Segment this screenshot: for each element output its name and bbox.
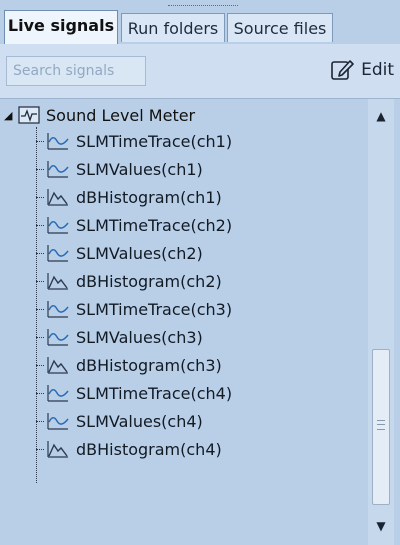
tree-item-slmtimetrace-ch2[interactable]: SLMTimeTrace(ch2)	[36, 211, 232, 239]
time-trace-icon	[47, 217, 69, 234]
tree-item-label: dBHistogram(ch1)	[76, 187, 222, 207]
time-trace-icon	[47, 133, 69, 150]
tree-item-slmvalues-ch2[interactable]: SLMValues(ch2)	[36, 239, 203, 267]
tree-item-label: SLMValues(ch3)	[76, 327, 203, 347]
tree-item-label: SLMTimeTrace(ch1)	[76, 131, 233, 151]
tab-source-files[interactable]: Source files	[227, 13, 333, 42]
scroll-down-arrow-icon[interactable]: ▼	[368, 513, 394, 539]
tree-item-dbhistogram-ch3[interactable]: dBHistogram(ch3)	[36, 351, 222, 379]
tree-item-label: SLMTimeTrace(ch2)	[76, 215, 233, 235]
tree-item-label: dBHistogram(ch4)	[76, 439, 222, 459]
scroll-up-arrow-icon[interactable]: ▲	[368, 103, 394, 129]
time-trace-icon	[47, 329, 69, 346]
grip-icon	[168, 0, 238, 6]
tree-item-dbhistogram-ch2[interactable]: dBHistogram(ch2)	[36, 267, 222, 295]
edit-label: Edit	[361, 60, 394, 80]
histogram-icon	[47, 189, 68, 206]
search-input[interactable]	[6, 56, 146, 86]
tab-bar: Live signals Run folders Source files	[0, 10, 400, 54]
panel-drag-handle[interactable]	[0, 0, 400, 8]
tree-item-slmtimetrace-ch3[interactable]: SLMTimeTrace(ch3)	[36, 295, 232, 323]
tree-root-sound-level-meter[interactable]: ◢ Sound Level Meter	[4, 103, 195, 127]
tree-item-dbhistogram-ch4[interactable]: dBHistogram(ch4)	[36, 435, 222, 463]
time-trace-icon	[47, 301, 69, 318]
time-trace-icon	[47, 413, 69, 430]
time-trace-icon	[47, 161, 69, 178]
tree-item-label: SLMValues(ch2)	[76, 243, 203, 263]
tab-run-folders[interactable]: Run folders	[121, 13, 225, 42]
tree-item-label: SLMTimeTrace(ch3)	[76, 299, 233, 319]
edit-icon	[331, 60, 354, 80]
signal-tree: ◢ Sound Level Meter SLMTimeTrace(ch1) SL…	[0, 99, 362, 545]
meter-icon	[18, 106, 40, 124]
histogram-icon	[47, 357, 68, 374]
tree-root-label: Sound Level Meter	[46, 105, 196, 125]
tree-item-slmvalues-ch3[interactable]: SLMValues(ch3)	[36, 323, 203, 351]
time-trace-icon	[47, 385, 69, 402]
tree-item-label: SLMValues(ch1)	[76, 159, 203, 179]
vertical-scrollbar[interactable]: ▲ ▼	[368, 99, 394, 545]
toolbar: Edit	[0, 44, 400, 99]
tree-item-dbhistogram-ch1[interactable]: dBHistogram(ch1)	[36, 183, 222, 211]
tree-item-slmtimetrace-ch1[interactable]: SLMTimeTrace(ch1)	[36, 127, 232, 155]
expand-collapse-icon[interactable]: ◢	[4, 109, 16, 122]
tree-item-slmvalues-ch4[interactable]: SLMValues(ch4)	[36, 407, 203, 435]
signal-tree-pane: ◢ Sound Level Meter SLMTimeTrace(ch1) SL…	[0, 99, 400, 545]
tree-item-label: dBHistogram(ch2)	[76, 271, 222, 291]
time-trace-icon	[47, 245, 69, 262]
histogram-icon	[47, 273, 68, 290]
thumb-grip-icon	[377, 420, 385, 430]
tree-item-label: dBHistogram(ch3)	[76, 355, 222, 375]
edit-button[interactable]: Edit	[314, 54, 394, 86]
tree-item-label: SLMTimeTrace(ch4)	[76, 383, 233, 403]
tree-item-slmtimetrace-ch4[interactable]: SLMTimeTrace(ch4)	[36, 379, 232, 407]
signals-panel: Live signals Run folders Source files Ed…	[0, 0, 400, 545]
tree-item-label: SLMValues(ch4)	[76, 411, 203, 431]
scroll-thumb[interactable]	[372, 349, 390, 505]
tab-live-signals[interactable]: Live signals	[4, 10, 118, 44]
tree-item-slmvalues-ch1[interactable]: SLMValues(ch1)	[36, 155, 203, 183]
histogram-icon	[47, 441, 68, 458]
